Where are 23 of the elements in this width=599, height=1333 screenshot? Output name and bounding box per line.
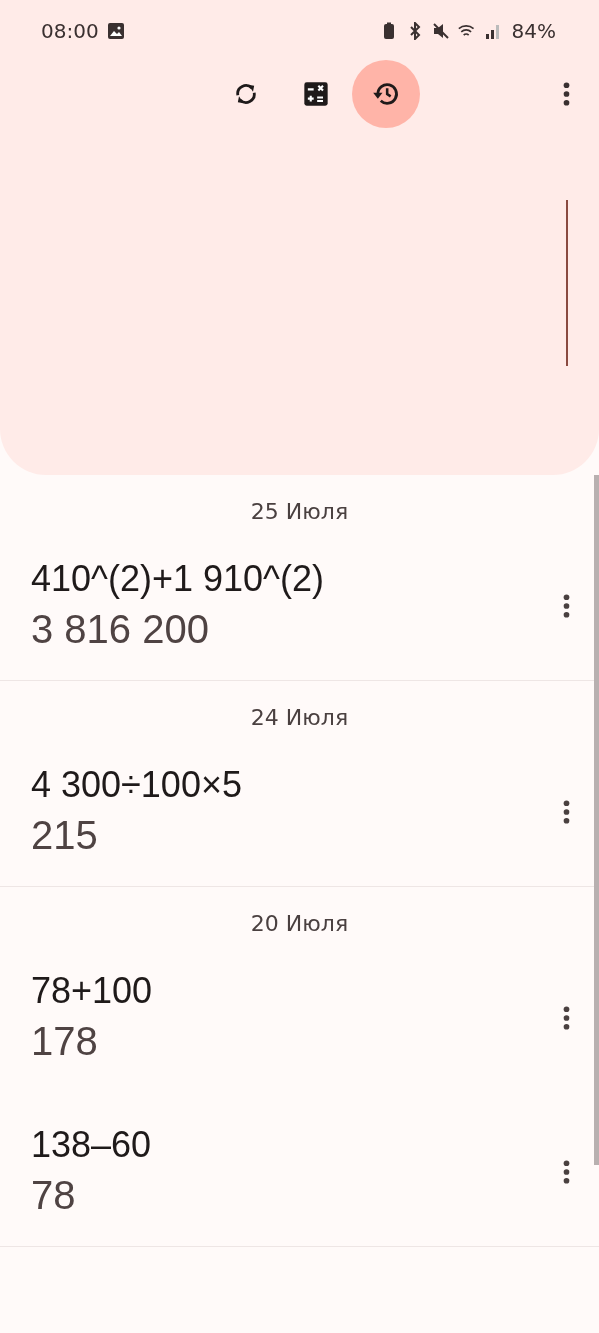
expression-text[interactable]: 410^(2)+1 910^(2)	[31, 556, 563, 602]
history-date: 25 Июля	[249, 498, 350, 526]
more-options-icon[interactable]	[563, 82, 570, 106]
expression-text[interactable]: 4 300÷100×5	[31, 762, 563, 808]
result-text[interactable]: 3 816 200	[31, 602, 563, 656]
image-icon	[106, 22, 125, 40]
result-text[interactable]: 215	[31, 808, 563, 862]
more-options-icon[interactable]	[563, 1006, 570, 1030]
history-icon	[371, 80, 400, 108]
history-date: 20 Июля	[249, 910, 350, 938]
more-options-icon[interactable]	[563, 800, 570, 824]
battery-percentage: 84%	[511, 19, 556, 43]
mute-icon	[431, 22, 450, 40]
more-options-icon[interactable]	[563, 594, 570, 618]
history-date: 24 Июля	[249, 704, 350, 732]
expression-text[interactable]: 138–60	[31, 1122, 563, 1168]
signal-icon	[483, 22, 502, 40]
clock: 08:00	[41, 19, 99, 43]
more-options-icon[interactable]	[563, 1160, 570, 1184]
expression-text[interactable]: 78+100	[31, 968, 563, 1014]
calculator-icon	[301, 80, 330, 108]
result-text[interactable]: 178	[31, 1014, 563, 1068]
result-text[interactable]: 78	[31, 1168, 563, 1222]
